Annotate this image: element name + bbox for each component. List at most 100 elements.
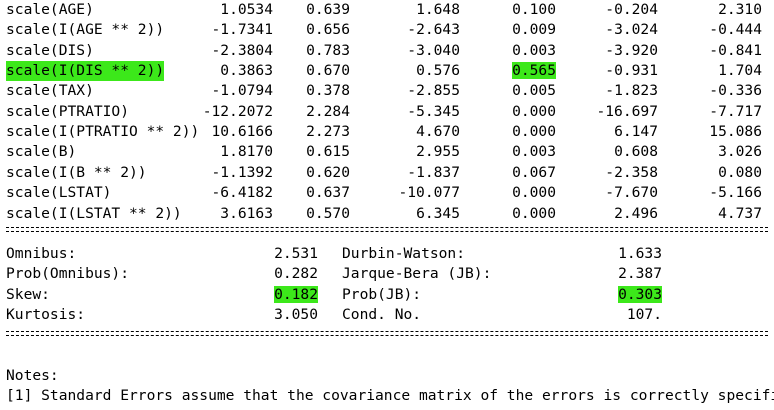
cell-value: 0.570 <box>306 204 350 222</box>
cell-value: 2.310 <box>718 1 762 18</box>
cell-p: 0.565 <box>446 61 556 81</box>
cell-value: -0.336 <box>709 82 762 100</box>
cell-p: 0.000 <box>446 102 556 122</box>
cell-ci-low: 0.608 <box>548 142 658 162</box>
variable-name: scale(PTRATIO) <box>6 102 130 120</box>
cell-p: 0.009 <box>446 20 556 40</box>
cell-stderr: 2.284 <box>240 102 350 122</box>
cell-value: 0.620 <box>306 163 350 181</box>
cell-value: -2.358 <box>605 163 658 181</box>
cell-value: -0.444 <box>709 21 762 39</box>
cell-ci-high: -0.841 <box>652 41 762 61</box>
diag-text: Kurtosis: <box>6 306 86 324</box>
cell-ci-high: 4.737 <box>652 204 762 224</box>
diag-right-label: Prob(JB): <box>342 285 421 305</box>
cell-ci-low: -16.697 <box>548 102 658 122</box>
cell-value: -3.024 <box>605 21 658 39</box>
cell-t: 1.648 <box>350 0 460 20</box>
cell-value: 4.737 <box>718 204 762 222</box>
cell-stderr: 0.656 <box>240 20 350 40</box>
cell-ci-high: 0.080 <box>652 163 762 183</box>
diag-text: 0.182 <box>274 285 318 303</box>
cell-value: 0.670 <box>306 62 350 80</box>
cell-ci-high: -0.336 <box>652 81 762 101</box>
cell-p: 0.000 <box>446 183 556 203</box>
cell-stderr: 0.378 <box>240 81 350 101</box>
cell-ci-high: -7.717 <box>652 102 762 122</box>
cell-stderr: 0.620 <box>240 163 350 183</box>
variable-name: scale(TAX) <box>6 82 94 100</box>
cell-t: 2.955 <box>350 142 460 162</box>
diag-text: Jarque-Bera (JB): <box>342 265 492 283</box>
cell-value: -5.166 <box>709 184 762 202</box>
diag-text: Prob(Omnibus): <box>6 265 130 283</box>
cell-p: 0.000 <box>446 204 556 224</box>
notes-heading: Notes: <box>6 367 59 384</box>
diag-left-value: 0.282 <box>208 264 318 284</box>
diag-text: 0.282 <box>274 265 318 283</box>
diag-text: 107. <box>626 306 662 324</box>
cell-value: 0.615 <box>306 143 350 161</box>
diag-left-value: 2.531 <box>208 244 318 264</box>
cell-ci-high: 1.704 <box>652 61 762 81</box>
cell-t: -2.643 <box>350 20 460 40</box>
cell-p: 0.003 <box>446 41 556 61</box>
cell-ci-low: -0.204 <box>548 0 658 20</box>
cell-ci-high: 3.026 <box>652 142 762 162</box>
diag-text: 3.050 <box>274 306 318 324</box>
cell-value: 0.378 <box>306 82 350 100</box>
diag-right-value: 0.303 <box>552 285 662 305</box>
diag-text: 2.531 <box>274 245 318 262</box>
diag-right-value: 1.633 <box>552 244 662 264</box>
cell-stderr: 0.637 <box>240 183 350 203</box>
cell-value: -0.841 <box>709 41 762 59</box>
cell-ci-low: -0.931 <box>548 61 658 81</box>
cell-value: -3.920 <box>605 41 658 59</box>
cell-value: 0.783 <box>306 41 350 59</box>
cell-stderr: 0.670 <box>240 61 350 81</box>
diag-left-label: Prob(Omnibus): <box>6 264 129 284</box>
diag-text: 2.387 <box>618 265 662 283</box>
cell-stderr: 0.570 <box>240 204 350 224</box>
cell-value: -16.697 <box>596 102 658 120</box>
notes-line-1: [1] Standard Errors assume that the cova… <box>6 387 774 404</box>
cell-value: 0.639 <box>306 1 350 18</box>
variable-name: scale(B) <box>6 143 77 161</box>
cell-ci-low: -2.358 <box>548 163 658 183</box>
cell-value: 15.086 <box>709 123 762 141</box>
cell-t: -5.345 <box>350 102 460 122</box>
cell-stderr: 0.615 <box>240 142 350 162</box>
cell-value: 0.080 <box>718 163 762 181</box>
cell-ci-high: -5.166 <box>652 183 762 203</box>
cell-ci-low: 2.496 <box>548 204 658 224</box>
cell-t: -2.855 <box>350 81 460 101</box>
diag-text: Cond. No. <box>342 306 422 324</box>
cell-ci-low: -1.823 <box>548 81 658 101</box>
variable-name: scale(LSTAT) <box>6 184 112 202</box>
variable-name: scale(AGE) <box>6 1 94 18</box>
cell-value: 0.656 <box>306 21 350 39</box>
diag-right-label: Jarque-Bera (JB): <box>342 264 491 284</box>
cell-stderr: 2.273 <box>240 122 350 142</box>
diag-right-value: 2.387 <box>552 264 662 284</box>
cell-value: -0.931 <box>605 62 658 80</box>
cell-value: 2.273 <box>306 123 350 141</box>
diag-left-label: Kurtosis: <box>6 305 85 325</box>
cell-p: 0.100 <box>446 0 556 20</box>
diag-text: Omnibus: <box>6 245 77 262</box>
diag-right-label: Cond. No. <box>342 305 421 325</box>
diag-left-value: 3.050 <box>208 305 318 325</box>
variable-name: scale(I(LSTAT ** 2)) <box>6 204 182 222</box>
cell-ci-low: -7.670 <box>548 183 658 203</box>
cell-stderr: 0.639 <box>240 0 350 20</box>
cell-ci-high: -0.444 <box>652 20 762 40</box>
cell-ci-low: -3.024 <box>548 20 658 40</box>
diag-text: Skew: <box>6 285 50 303</box>
diag-text: Prob(JB): <box>342 285 422 303</box>
cell-p: 0.003 <box>446 142 556 162</box>
diag-right-label: Durbin-Watson: <box>342 244 465 264</box>
double-rule-bottom <box>6 330 768 338</box>
cell-t: -3.040 <box>350 41 460 61</box>
cell-value: 2.284 <box>306 102 350 120</box>
cell-t: 6.345 <box>350 204 460 224</box>
